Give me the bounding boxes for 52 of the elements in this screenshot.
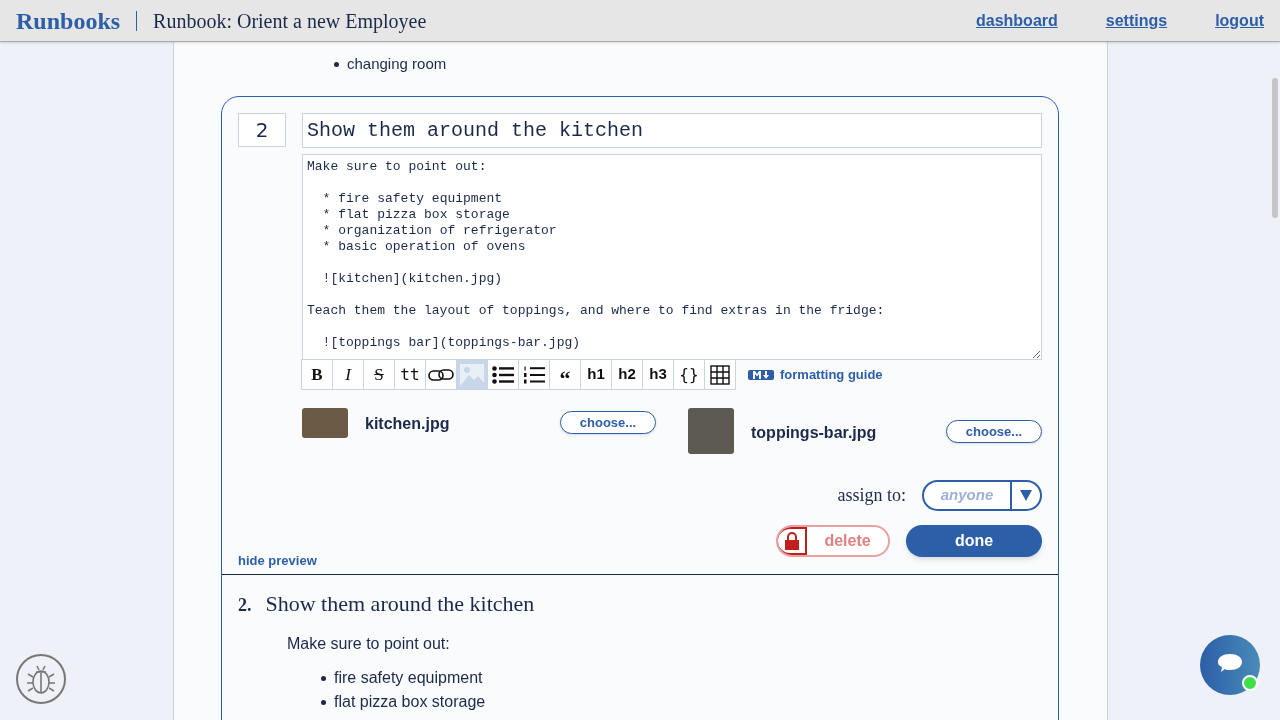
- step-number: 2: [238, 113, 286, 147]
- strike-button[interactable]: S: [363, 359, 395, 390]
- preview-text: Make sure to point out:: [287, 634, 451, 654]
- quote-button[interactable]: “: [549, 359, 581, 390]
- list-item: fire safety equipment: [321, 666, 1058, 690]
- markdown-icon: [748, 369, 774, 380]
- h1-button[interactable]: h1: [580, 359, 612, 390]
- bug-report-button[interactable]: [16, 654, 66, 704]
- photo-placeholder: [302, 408, 348, 438]
- codeblock-button[interactable]: {}: [673, 359, 705, 390]
- scrollbar-thumb[interactable]: [1272, 78, 1278, 218]
- bullet-list-icon: [492, 365, 514, 384]
- h2-button[interactable]: h2: [611, 359, 643, 390]
- numbers-button[interactable]: [518, 359, 550, 390]
- assign-label: assign to:: [837, 484, 906, 507]
- hide-preview-link[interactable]: hide preview: [238, 553, 317, 568]
- header-divider: [136, 10, 138, 31]
- table-icon: [710, 364, 730, 385]
- code-button[interactable]: tt: [394, 359, 426, 390]
- italic-button[interactable]: I: [332, 359, 364, 390]
- caret-icon: [1020, 490, 1032, 501]
- file-name: kitchen.jpg: [365, 414, 450, 434]
- bullets-button[interactable]: [487, 359, 519, 390]
- h3-button[interactable]: h3: [642, 359, 674, 390]
- link-button[interactable]: [425, 359, 457, 390]
- list-item: flat pizza box storage: [321, 690, 1058, 714]
- page-title: Runbook: Orient a new Employee: [153, 8, 427, 35]
- logo-text[interactable]: Runbooks: [16, 2, 121, 39]
- choose-button[interactable]: choose...: [946, 420, 1042, 443]
- list-item: changing room: [334, 52, 1107, 76]
- step-number: 2.: [238, 594, 252, 617]
- nav-link[interactable]: logout: [1215, 8, 1264, 33]
- link-icon: [428, 367, 454, 382]
- file-name: toppings-bar.jpg: [751, 423, 877, 443]
- nav-link[interactable]: dashboard: [976, 8, 1058, 33]
- table-button[interactable]: [704, 359, 736, 390]
- nav-link[interactable]: settings: [1105, 8, 1168, 33]
- image-icon: [460, 363, 484, 386]
- photo-placeholder: [688, 408, 734, 454]
- step-heading: Show them around the kitchen: [265, 590, 535, 618]
- assignee-dropdown[interactable]: anyone: [922, 480, 1042, 511]
- numbered-list-icon: [523, 365, 545, 384]
- body-textarea[interactable]: Make sure to point out: * fire safety equipment * flat pizza box storage * organization of refrigerator * basic operation of ovens ![kitchen](kitchen.jpg) Teach them the layout of toppings, and where to find extras in the fridge: ![toppings bar](toppings-bar.jpg): [302, 154, 1042, 360]
- formatting-guide-link[interactable]: formatting guide: [780, 364, 883, 385]
- assignee-input[interactable]: anyone: [924, 484, 1010, 507]
- bug-icon: [26, 663, 56, 695]
- choose-button[interactable]: choose...: [560, 411, 656, 434]
- lock-icon: [784, 532, 799, 550]
- chat-button[interactable]: [1200, 635, 1260, 695]
- bold-button[interactable]: B: [301, 359, 333, 390]
- title-input[interactable]: Show them around the kitchen: [302, 113, 1042, 148]
- done-button[interactable]: done: [906, 525, 1042, 557]
